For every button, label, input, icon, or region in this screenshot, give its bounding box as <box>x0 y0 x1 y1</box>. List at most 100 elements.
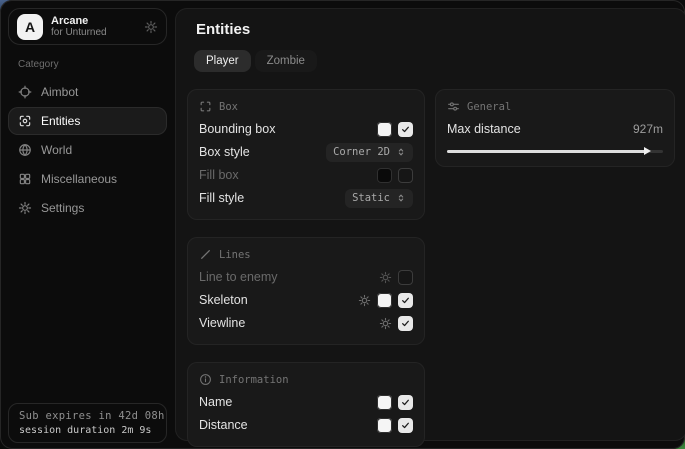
sidebar: A Arcane for Unturned Category Aimbot En… <box>0 0 175 449</box>
information-card-header: Information <box>199 373 413 386</box>
category-label: Category <box>18 59 157 70</box>
check-icon <box>401 398 410 407</box>
box-style-row: Box style Corner 2D <box>199 141 413 163</box>
max-distance-row: Max distance 927m <box>447 118 663 140</box>
tab-bar: Player Zombie <box>194 50 675 72</box>
skeleton-checkbox[interactable] <box>398 293 413 308</box>
box-style-value: Corner 2D <box>333 146 390 158</box>
sidebar-item-label: Miscellaneous <box>41 172 117 186</box>
brand-logo: A <box>17 14 43 40</box>
crosshair-icon <box>18 85 32 99</box>
sidebar-item-label: Settings <box>41 201 84 215</box>
viewline-checkbox[interactable] <box>398 316 413 331</box>
name-checkbox[interactable] <box>398 395 413 410</box>
check-icon <box>401 125 410 134</box>
tab-player[interactable]: Player <box>194 50 251 72</box>
general-card: General Max distance 927m <box>435 89 675 167</box>
brand-card: A Arcane for Unturned <box>8 8 167 45</box>
fill-style-dropdown[interactable]: Static <box>345 189 413 208</box>
content: Box Bounding box Box style Corner 2D <box>187 89 675 447</box>
box-style-dropdown[interactable]: Corner 2D <box>326 143 413 162</box>
viewline-row: Viewline <box>199 312 413 334</box>
distance-checkbox[interactable] <box>398 418 413 433</box>
gear-icon[interactable] <box>379 317 392 330</box>
sidebar-item-world[interactable]: World <box>8 136 167 164</box>
fill-style-row: Fill style Static <box>199 187 413 209</box>
page-title: Entities <box>196 21 675 38</box>
scan-icon <box>18 114 32 128</box>
app-window: A Arcane for Unturned Category Aimbot En… <box>0 0 685 449</box>
max-distance-label: Max distance <box>447 122 521 136</box>
sidebar-item-label: World <box>41 143 72 157</box>
sidebar-item-aimbot[interactable]: Aimbot <box>8 78 167 106</box>
sidebar-item-label: Entities <box>41 114 80 128</box>
skeleton-color-swatch[interactable] <box>377 293 392 308</box>
sliders-icon <box>447 100 460 113</box>
box-corners-icon <box>199 100 212 113</box>
distance-label: Distance <box>199 418 248 432</box>
right-column: General Max distance 927m <box>435 89 675 167</box>
max-distance-slider-fill <box>447 150 647 153</box>
general-card-title: General <box>467 101 511 113</box>
skeleton-row: Skeleton <box>199 289 413 311</box>
gear-icon[interactable] <box>379 271 392 284</box>
tab-zombie[interactable]: Zombie <box>255 50 317 72</box>
bounding-box-color-swatch[interactable] <box>377 122 392 137</box>
box-style-label: Box style <box>199 145 250 159</box>
fill-style-value: Static <box>352 192 390 204</box>
fill-style-label: Fill style <box>199 191 244 205</box>
gear-icon[interactable] <box>358 294 371 307</box>
brand-subtitle: for Unturned <box>51 27 107 39</box>
sidebar-item-label: Aimbot <box>41 85 78 99</box>
check-icon <box>401 319 410 328</box>
main-panel: Entities Player Zombie Box Bounding box <box>175 8 685 441</box>
fill-box-checkbox[interactable] <box>398 168 413 183</box>
session-duration-text: session duration 2m 9s <box>19 425 156 436</box>
bounding-box-checkbox[interactable] <box>398 122 413 137</box>
globe-icon <box>18 143 32 157</box>
skeleton-label: Skeleton <box>199 293 248 307</box>
lines-card: Lines Line to enemy Skeleton <box>187 237 425 345</box>
bounding-box-row: Bounding box <box>199 118 413 140</box>
unfold-icon <box>396 193 406 203</box>
sidebar-item-entities[interactable]: Entities <box>8 107 167 135</box>
distance-color-swatch[interactable] <box>377 418 392 433</box>
lines-card-header: Lines <box>199 248 413 261</box>
left-column: Box Bounding box Box style Corner 2D <box>187 89 425 447</box>
gear-icon[interactable] <box>144 20 158 34</box>
grid-icon <box>18 172 32 186</box>
sidebar-item-settings[interactable]: Settings <box>8 194 167 222</box>
fill-box-color-swatch[interactable] <box>377 168 392 183</box>
box-card: Box Bounding box Box style Corner 2D <box>187 89 425 220</box>
information-card: Information Name Distance <box>187 362 425 447</box>
bounding-box-label: Bounding box <box>199 122 275 136</box>
slider-thumb[interactable] <box>644 147 651 155</box>
info-icon <box>199 373 212 386</box>
viewline-label: Viewline <box>199 316 245 330</box>
fill-box-row: Fill box <box>199 164 413 186</box>
distance-row: Distance <box>199 414 413 436</box>
line-to-enemy-checkbox[interactable] <box>398 270 413 285</box>
information-card-title: Information <box>219 374 289 386</box>
general-card-header: General <box>447 100 663 113</box>
brand-name: Arcane <box>51 15 107 27</box>
name-row: Name <box>199 391 413 413</box>
diagonal-line-icon <box>199 248 212 261</box>
sidebar-item-miscellaneous[interactable]: Miscellaneous <box>8 165 167 193</box>
sub-expiry-text: Sub expires in 42d 08h <box>19 410 156 422</box>
name-label: Name <box>199 395 232 409</box>
check-icon <box>401 421 410 430</box>
box-card-title: Box <box>219 101 238 113</box>
gear-icon <box>18 201 32 215</box>
max-distance-value: 927m <box>633 122 663 136</box>
fill-box-label: Fill box <box>199 168 239 182</box>
subscription-card: Sub expires in 42d 08h session duration … <box>8 403 167 443</box>
unfold-icon <box>396 147 406 157</box>
max-distance-slider[interactable] <box>447 147 663 156</box>
brand-text: Arcane for Unturned <box>51 15 107 39</box>
line-to-enemy-label: Line to enemy <box>199 270 278 284</box>
name-color-swatch[interactable] <box>377 395 392 410</box>
lines-card-title: Lines <box>219 249 251 261</box>
check-icon <box>401 296 410 305</box>
box-card-header: Box <box>199 100 413 113</box>
